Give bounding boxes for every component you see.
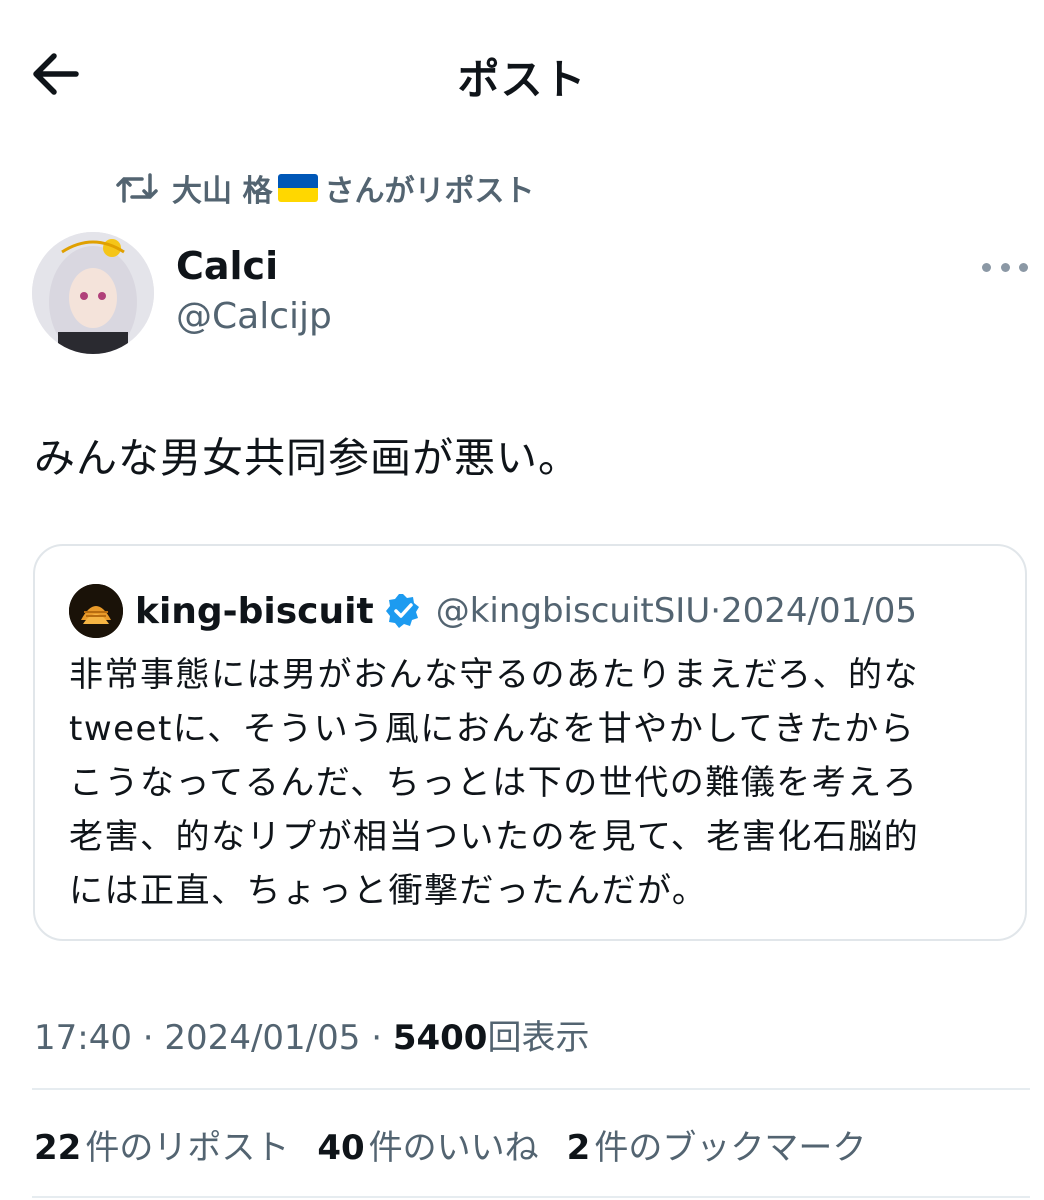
post-date[interactable]: 2024/01/05 <box>164 1018 360 1058</box>
divider <box>32 1196 1030 1198</box>
ukraine-flag-icon <box>278 174 319 202</box>
engagement-stats: 22 件のリポスト 40 件のいいね 2 件のブックマーク <box>34 1120 894 1169</box>
meta-separator: · <box>131 1018 165 1058</box>
verified-badge-icon <box>385 594 419 628</box>
quoted-text-line: tweetに、そういう風におんなを甘やかしてきたから <box>69 709 916 749</box>
quoted-text-line: 老害、的なリプが相当ついたのを見て、老害化石脳的 <box>69 817 920 857</box>
quoted-author-name: king-biscuit <box>135 590 374 632</box>
post-text: みんな男女共同参画が悪い。 <box>34 434 580 482</box>
quoted-text-line: 非常事態には男がおんな守るのあたりまえだろ、的な <box>69 655 919 695</box>
quoted-separator: · <box>710 591 722 631</box>
reposts-count: 22 <box>34 1128 82 1168</box>
page-title: ポスト <box>457 55 587 104</box>
repost-user[interactable]: 大山 格 <box>172 166 272 210</box>
likes-stat[interactable]: 40 件のいいね <box>317 1120 538 1169</box>
quoted-date: 2024/01/05 <box>721 591 917 631</box>
repost-indicator[interactable]: 大山 格 さんがリポスト <box>116 166 534 210</box>
quoted-text: 非常事態には男がおんな守るのあたりまえだろ、的な tweetに、そういう風におん… <box>69 648 1009 918</box>
quoted-author-handle: @kingbiscuitSIU <box>435 591 711 631</box>
avatar[interactable] <box>32 232 154 354</box>
likes-count: 40 <box>317 1128 365 1168</box>
author-name[interactable]: Calci <box>176 244 278 288</box>
author-handle[interactable]: @Calcijp <box>176 296 332 337</box>
more-options-icon[interactable] <box>982 252 1028 282</box>
quoted-text-line: こうなってるんだ、ちっとは下の世代の難儀を考えろ <box>69 763 919 803</box>
quoted-post[interactable]: king-biscuit @kingbiscuitSIU · 2024/01/0… <box>33 544 1027 941</box>
post-metadata: 17:40 · 2024/01/05 · 5400回表示 <box>34 1010 589 1059</box>
post-time[interactable]: 17:40 <box>34 1018 132 1058</box>
bookmarks-label: 件のブックマーク <box>594 1128 867 1168</box>
views-label: 回表示 <box>487 1018 590 1058</box>
bookmarks-count: 2 <box>566 1128 591 1168</box>
retweet-icon <box>116 173 158 203</box>
view-count: 5400 <box>392 1018 488 1058</box>
likes-label: 件のいいね <box>368 1128 539 1168</box>
reposts-stat[interactable]: 22 件のリポスト <box>34 1120 289 1169</box>
repost-suffix: さんがリポスト <box>324 174 535 209</box>
quoted-text-line: には正直、ちょっと衝撃だったんだが。 <box>69 871 708 911</box>
quoted-post-header: king-biscuit @kingbiscuitSIU · 2024/01/0… <box>69 584 917 638</box>
divider <box>32 1088 1030 1090</box>
meta-separator: · <box>360 1018 393 1058</box>
reposts-label: 件のリポスト <box>85 1128 290 1168</box>
quoted-avatar <box>69 584 123 638</box>
header: ポスト <box>0 0 1044 150</box>
bookmarks-stat[interactable]: 2 件のブックマーク <box>567 1120 867 1169</box>
